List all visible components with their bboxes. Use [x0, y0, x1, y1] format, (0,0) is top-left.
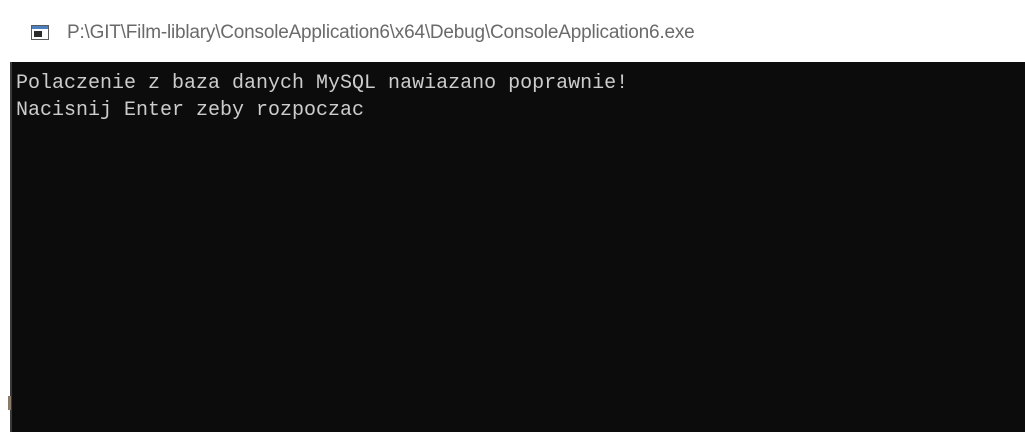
console-line-press-enter: Nacisnij Enter zeby rozpoczac [16, 99, 365, 122]
console-window: P:\GIT\Film-liblary\ConsoleApplication6\… [0, 0, 1025, 432]
console-output-area[interactable]: Polaczenie z baza danych MySQL nawiazano… [12, 62, 1025, 432]
icon-title-strip [32, 26, 48, 29]
window-left-edge [0, 0, 12, 432]
console-lines: Polaczenie z baza danych MySQL nawiazano… [12, 70, 628, 124]
window-edge-mark [8, 396, 11, 410]
icon-screen [34, 31, 42, 37]
title-bar[interactable]: P:\GIT\Film-liblary\ConsoleApplication6\… [12, 0, 1025, 62]
window-title: P:\GIT\Film-liblary\ConsoleApplication6\… [67, 22, 695, 43]
console-line-connection-status: Polaczenie z baza danych MySQL nawiazano… [16, 72, 629, 95]
console-app-icon[interactable] [31, 25, 49, 40]
